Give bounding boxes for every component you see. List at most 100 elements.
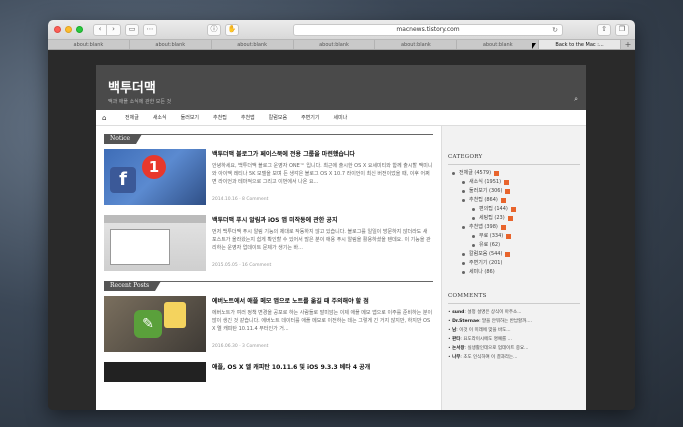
reader-info-button[interactable]: ⓘ (207, 23, 221, 36)
nav-item-tips[interactable]: 추천팁 (206, 114, 234, 121)
home-icon[interactable]: ⌂ (102, 114, 118, 122)
category-item[interactable]: 새소식 (1951) (448, 178, 580, 187)
share-icon: ⇧ (601, 25, 607, 33)
comment-item[interactable]: • 논서왕: 실생활인데으로 업데이트 중요... (448, 344, 580, 353)
privacy-button[interactable]: ✋ (225, 23, 239, 36)
nav-item-seminar[interactable]: 세미나 (326, 114, 354, 121)
address-bar[interactable]: macnews.tistory.com ↻ (293, 23, 563, 36)
category-item[interactable]: 추천앱 (398) (448, 223, 580, 232)
post-title[interactable]: 백투더맥 블로그가 페이스북에 전용 그룹을 마련했습니다 (212, 149, 433, 158)
tab-active[interactable]: Back to the Mac :... (539, 40, 622, 49)
new-badge-icon (494, 171, 500, 176)
category-item[interactable]: 세팅팁 (23) (448, 214, 580, 223)
notes-icon (164, 302, 186, 328)
screenshot-image (110, 229, 170, 265)
hand-icon: ✋ (227, 25, 237, 33)
comment-item[interactable]: • sund: 설정 설명은 상식이 아주소... (448, 308, 580, 317)
address-text: macnews.tistory.com (396, 26, 460, 33)
info-icon: ⓘ (210, 25, 218, 33)
web-viewport: 백투더맥 맥과 애플 소식에 관한 모든 것 ⌕ ⌂ 전체글 새소식 둘러보기 … (48, 51, 635, 410)
close-window-button[interactable] (54, 26, 61, 33)
search-icon[interactable]: ⌕ (574, 95, 578, 104)
nav-item-accessories[interactable]: 주변기기 (294, 114, 326, 121)
comment-item[interactable]: • 나무: 초도 인식하여 이 결과라는... (448, 353, 580, 362)
post-title[interactable]: 에버노트에서 애플 메모 앱으로 노트를 옮길 때 주의해야 할 점 (212, 296, 433, 305)
new-badge-icon (504, 180, 510, 185)
post-excerpt: 안녕하세요, 백투더맥 블로그 운영자 ONE™ 입니다. 최근에 출시한 OS… (212, 163, 433, 185)
list-item[interactable]: 애플, OS X 엘 캐피탄 10.11.6 및 iOS 9.3.3 베타 4 … (104, 362, 433, 382)
comment-item[interactable]: • 판타: 요도라이시에도 명예를 ... (448, 335, 580, 344)
chevron-right-icon: › (112, 25, 115, 33)
sidebar-toggle-button[interactable]: ▭ (125, 23, 139, 36)
back-button[interactable]: ‹ (93, 23, 107, 36)
tab-1[interactable]: about:blank (48, 40, 130, 49)
new-badge-icon (510, 207, 516, 212)
site-title[interactable]: 백투더맥 (108, 77, 586, 96)
category-item[interactable]: 전체글 (4579) (448, 169, 580, 178)
tab-3[interactable]: about:blank (212, 40, 294, 49)
main-column: Notice f 1 백투더맥 블로그가 페이스북에 전용 그룹을 마련했습니다… (96, 126, 441, 410)
new-badge-icon (505, 189, 511, 194)
reload-icon[interactable]: ↻ (552, 26, 558, 34)
post-meta: 2015.05.05 · 16 Comment (212, 263, 272, 268)
post-thumbnail[interactable]: f 1 (104, 149, 206, 205)
post-thumbnail[interactable]: ✎ (104, 296, 206, 352)
category-list: 전체글 (4579) 새소식 (1951) 둘러보기 (306) 추천팁 (86… (448, 169, 580, 277)
new-badge-icon (505, 252, 511, 257)
nav-item-apps[interactable]: 추천앱 (234, 114, 262, 121)
tab-6[interactable]: about:blank (457, 40, 540, 49)
evernote-icon: ✎ (134, 310, 162, 338)
recent-section-header: Recent Posts (104, 281, 433, 291)
category-item[interactable]: 세미나 (86) (448, 268, 580, 277)
list-item[interactable]: f 1 백투더맥 블로그가 페이스북에 전용 그룹을 마련했습니다 안녕하세요,… (104, 149, 433, 207)
grid-icon: ⋯ (146, 25, 154, 33)
category-title: CATEGORY (448, 154, 483, 160)
forward-button[interactable]: › (107, 23, 121, 36)
comment-item[interactable]: • Dr.Sternae: 말을 안뭐하는 반납할까.... (448, 317, 580, 326)
tabs-icon: ❐ (618, 25, 626, 33)
new-badge-icon (506, 234, 512, 239)
category-item[interactable]: 칼럼모음 (544) (448, 250, 580, 259)
comments-title: COMMENTS (448, 293, 487, 299)
zoom-window-button[interactable] (76, 26, 83, 33)
post-thumbnail[interactable] (104, 215, 206, 271)
minimize-window-button[interactable] (65, 26, 72, 33)
new-badge-icon (507, 216, 513, 221)
tab-4[interactable]: about:blank (294, 40, 376, 49)
list-item[interactable]: ✎ 에버노트에서 애플 메모 앱으로 노트를 옮길 때 주의해야 할 점 에버노… (104, 296, 433, 354)
sidebar: CATEGORY 전체글 (4579) 새소식 (1951) 둘러보기 (306… (441, 126, 586, 410)
facebook-icon: f (110, 167, 136, 193)
share-button[interactable]: ⇧ (597, 23, 611, 36)
top-sites-button[interactable]: ⋯ (143, 23, 157, 36)
browser-window: ‹ › ▭ ⋯ ⓘ ✋ macnews.tistory.com ↻ ⇧ ❐ ab… (48, 20, 635, 410)
category-item[interactable]: 둘러보기 (306) (448, 187, 580, 196)
post-excerpt: 에버노트가 여러 정책 변경을 공포로 하는 사람들로 말미암는 이제 애플 메… (212, 310, 433, 332)
nav-item-columns[interactable]: 칼럼모음 (262, 114, 294, 121)
site-header: 백투더맥 맥과 애플 소식에 관한 모든 것 ⌕ (96, 65, 586, 110)
tab-5[interactable]: about:blank (375, 40, 458, 49)
comment-item[interactable]: • 남: 이것 이 미래에 맞을 바도... (448, 326, 580, 335)
post-thumbnail[interactable] (104, 362, 206, 382)
post-title[interactable]: 백투더맥 푸시 알림과 iOS 앱 미작동에 관한 공지 (212, 215, 433, 224)
category-item[interactable]: 추천팁 (864) (448, 196, 580, 205)
tabs-overview-button[interactable]: ❐ (615, 23, 629, 36)
notification-badge-icon: 1 (142, 155, 166, 179)
list-item[interactable]: 백투더맥 푸시 알림과 iOS 앱 미작동에 관한 공지 먼저 백투더맥 푸시 … (104, 215, 433, 273)
nav-item-news[interactable]: 새소식 (146, 114, 174, 121)
category-item[interactable]: 편의팁 (144) (448, 205, 580, 214)
category-item[interactable]: 유료 (62) (448, 241, 580, 250)
new-tab-button[interactable]: + (621, 40, 635, 49)
tab-2[interactable]: about:blank (130, 40, 212, 49)
category-item[interactable]: 주변기기 (201) (448, 259, 580, 268)
tab-bar: about:blank about:blank about:blank abou… (48, 40, 635, 50)
recent-label: Recent Posts (104, 281, 162, 291)
category-item[interactable]: 무료 (334) (448, 232, 580, 241)
post-meta: 2016.06.30 · 3 Comment (212, 344, 269, 349)
site-nav: ⌂ 전체글 새소식 둘러보기 추천팁 추천앱 칼럼모음 주변기기 세미나 (96, 110, 586, 126)
sidebar-icon: ▭ (128, 25, 136, 33)
nav-item-all[interactable]: 전체글 (118, 114, 146, 121)
post-excerpt: 먼저 백투더맥 푸시 알림 기능의 제대로 작동하지 않고 있습니다. 블로그를… (212, 229, 431, 251)
nav-item-browse[interactable]: 둘러보기 (174, 114, 206, 121)
new-badge-icon (500, 198, 506, 203)
post-title[interactable]: 애플, OS X 엘 캐피탄 10.11.6 및 iOS 9.3.3 베타 4 … (212, 362, 433, 371)
